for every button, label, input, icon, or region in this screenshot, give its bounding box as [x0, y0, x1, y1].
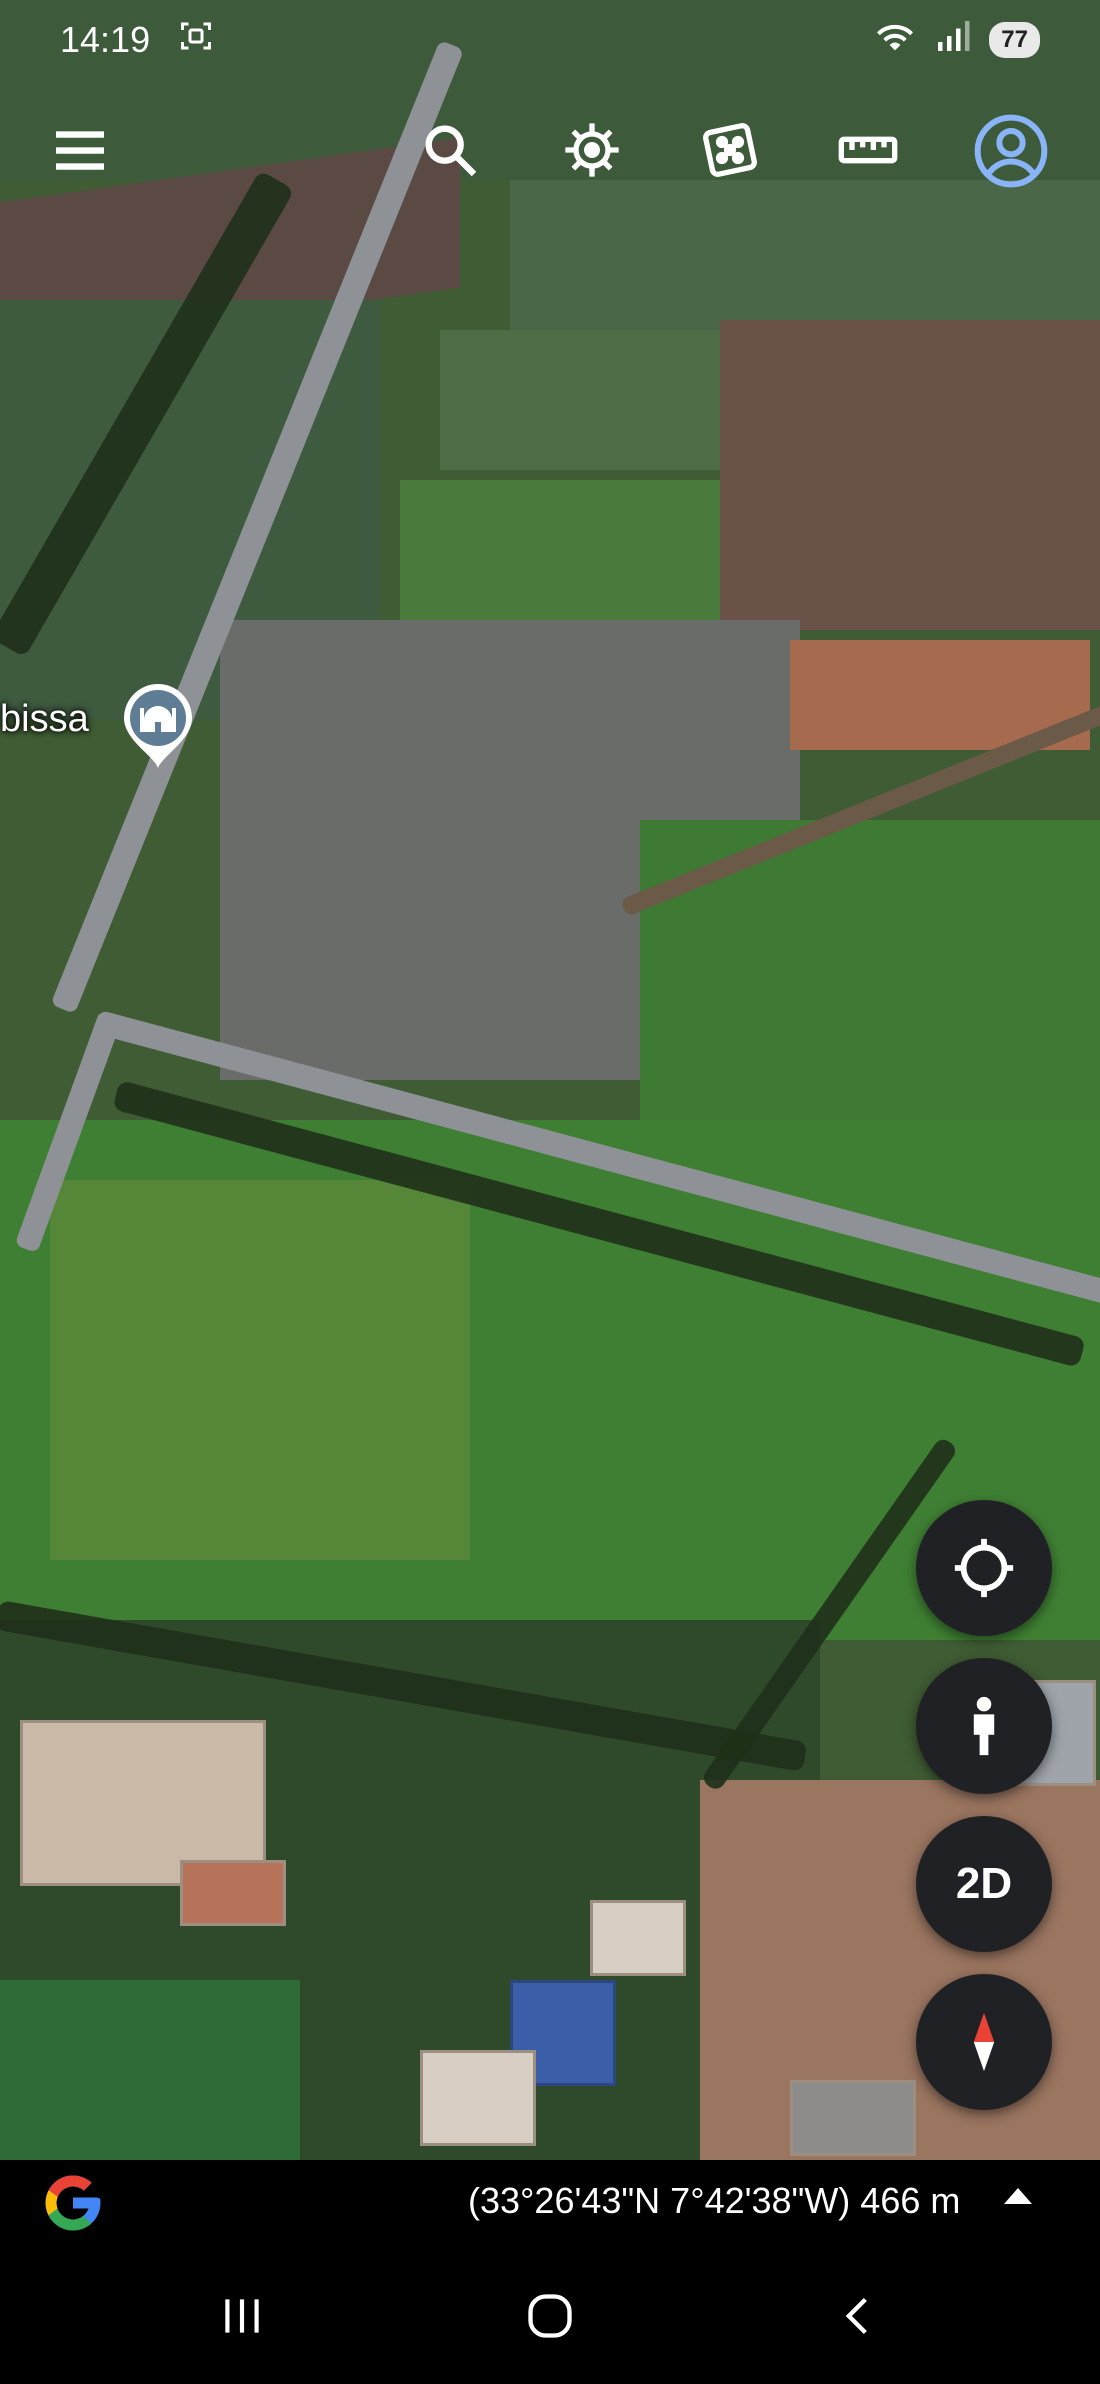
- map-field: [720, 320, 1100, 630]
- measure-button[interactable]: [828, 110, 908, 190]
- place-label[interactable]: bissa: [0, 698, 89, 741]
- street-view-button[interactable]: [916, 1658, 1052, 1794]
- place-pin[interactable]: [120, 680, 196, 770]
- expand-up-icon[interactable]: [1004, 2188, 1032, 2204]
- search-icon: [425, 125, 477, 177]
- back-button[interactable]: [818, 2286, 898, 2346]
- status-time: 14:19: [60, 19, 151, 60]
- menu-button[interactable]: [40, 110, 120, 190]
- voyager-button[interactable]: [552, 110, 632, 190]
- signal-icon: [935, 18, 971, 63]
- map-building: [180, 1860, 286, 1926]
- measure-icon: [838, 136, 898, 164]
- coordinates-readout: (33°26'43"N 7°42'38"W) 466 m: [468, 2180, 961, 2221]
- back-icon: [845, 2297, 867, 2335]
- map-field: [440, 330, 730, 470]
- map-building: [590, 1900, 686, 1976]
- screen-capture-icon: [178, 18, 214, 63]
- map-field: [0, 1980, 300, 2160]
- compass-icon: [973, 2012, 995, 2072]
- home-icon: [528, 2294, 572, 2338]
- map-building: [790, 2080, 916, 2156]
- info-bar: (33°26'43"N 7°42'38"W) 466 m: [0, 2160, 1100, 2246]
- mosque-icon: [124, 684, 192, 768]
- map-field: [50, 1180, 470, 1560]
- recent-apps-icon: [225, 2299, 259, 2333]
- status-bar: 14:19 77: [0, 0, 1100, 80]
- view-mode-button[interactable]: 2D: [916, 1816, 1052, 1952]
- wifi-icon: [873, 18, 917, 63]
- menu-icon: [56, 131, 104, 170]
- my-location-button[interactable]: [916, 1500, 1052, 1636]
- home-button[interactable]: [510, 2286, 590, 2346]
- system-nav-bar: [0, 2246, 1100, 2384]
- voyager-icon: [565, 123, 619, 177]
- my-location-icon: [954, 1538, 1014, 1598]
- random-place-button[interactable]: [690, 110, 770, 190]
- map-building: [420, 2050, 536, 2146]
- view-mode-label: 2D: [955, 1859, 1013, 1908]
- compass-button[interactable]: [916, 1974, 1052, 2110]
- random-icon: [703, 123, 757, 177]
- street-view-icon: [973, 1696, 995, 1756]
- search-button[interactable]: [410, 110, 490, 190]
- google-logo: [45, 2175, 101, 2231]
- recent-apps-button[interactable]: [202, 2286, 282, 2346]
- account-icon: [974, 114, 1048, 188]
- top-toolbar: [0, 110, 1100, 210]
- battery-indicator: 77: [989, 22, 1040, 58]
- map-field: [400, 480, 720, 630]
- account-button[interactable]: [966, 106, 1056, 196]
